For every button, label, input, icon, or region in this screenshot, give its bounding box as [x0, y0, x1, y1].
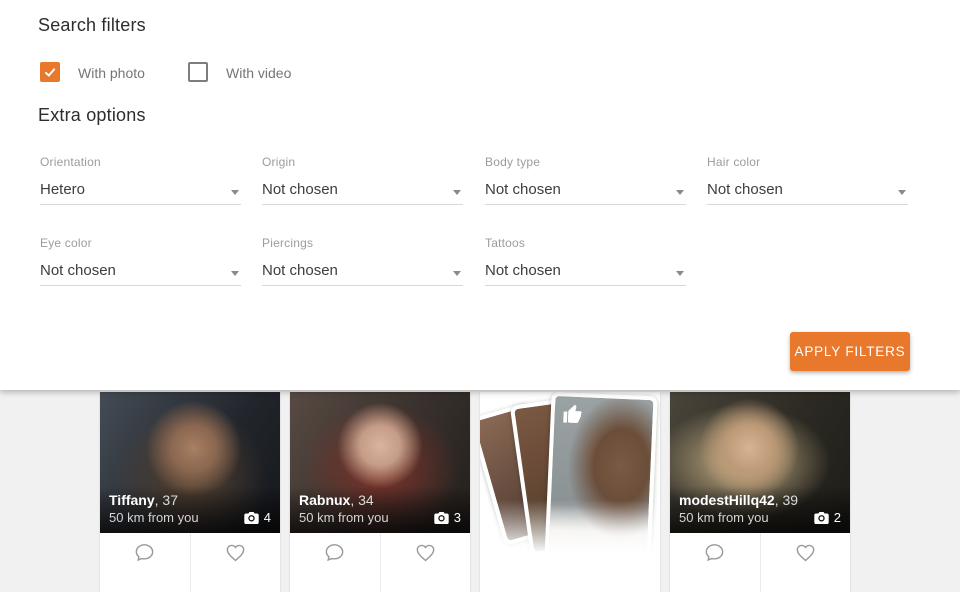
promo-stack — [480, 392, 660, 592]
profile-card-tiffany[interactable]: Tiffany37 50 km from you 4 — [100, 392, 280, 592]
search-results-grid: Tiffany37 50 km from you 4 — [0, 390, 960, 592]
promo-fade-overlay — [480, 500, 660, 592]
photo-count: 2 — [833, 510, 841, 525]
camera-icon — [244, 512, 259, 524]
orientation-select[interactable]: Orientation Hetero — [40, 153, 241, 205]
apply-filters-button[interactable]: APPLY FILTERS — [790, 332, 910, 371]
profile-info-overlay: Rabnux34 50 km from you 3 — [290, 486, 470, 533]
profile-photo[interactable]: Tiffany37 50 km from you 4 — [100, 392, 280, 533]
hair-color-label: Hair color — [707, 155, 761, 169]
check-icon — [44, 68, 56, 77]
profile-distance: 50 km from you — [299, 510, 389, 525]
photo-count: 3 — [453, 510, 461, 525]
piercings-select[interactable]: Piercings Not chosen — [262, 234, 463, 286]
profile-name: modestHillq42 — [679, 492, 775, 508]
chevron-down-icon — [231, 271, 239, 276]
profile-info-overlay: Tiffany37 50 km from you 4 — [100, 486, 280, 533]
orientation-value: Hetero — [40, 181, 86, 198]
profile-distance: 50 km from you — [679, 510, 769, 525]
thumbs-up-icon — [563, 404, 582, 424]
card-actions — [670, 533, 850, 592]
search-filters-title: Search filters — [38, 15, 146, 35]
promo-stack-card[interactable] — [480, 392, 660, 592]
profile-name: Tiffany — [109, 492, 155, 508]
with-photo-label: With photo — [78, 65, 145, 81]
message-button[interactable] — [100, 533, 191, 592]
message-button[interactable] — [670, 533, 761, 592]
with-video-label: With video — [226, 65, 292, 81]
profile-age: 34 — [350, 492, 373, 508]
search-filters-page: { "accent_color": "#e8782c", "icons": { … — [0, 0, 960, 592]
tattoos-value: Not chosen — [485, 262, 561, 279]
profile-age: 37 — [155, 492, 178, 508]
card-actions — [290, 533, 470, 592]
eye-color-value: Not chosen — [40, 262, 116, 279]
profile-photo[interactable]: modestHillq4239 50 km from you 2 — [670, 392, 850, 533]
orientation-label: Orientation — [40, 155, 101, 169]
photo-count-badge: 4 — [244, 510, 271, 526]
search-filters-panel: Search filters With photo With video Ext… — [0, 0, 960, 390]
photo-count-badge: 3 — [434, 510, 461, 526]
body-type-label: Body type — [485, 155, 541, 169]
chevron-down-icon — [231, 190, 239, 195]
profile-name: Rabnux — [299, 492, 351, 508]
profile-card-modesthillq42[interactable]: modestHillq4239 50 km from you 2 — [670, 392, 850, 592]
body-type-select[interactable]: Body type Not chosen — [485, 153, 686, 205]
camera-icon — [814, 512, 829, 524]
chevron-down-icon — [676, 190, 684, 195]
body-type-value: Not chosen — [485, 181, 561, 198]
profile-info-overlay: modestHillq4239 50 km from you 2 — [670, 486, 850, 533]
eye-color-select[interactable]: Eye color Not chosen — [40, 234, 241, 286]
hair-color-select[interactable]: Hair color Not chosen — [707, 153, 908, 205]
chevron-down-icon — [676, 271, 684, 276]
with-photo-checkbox[interactable] — [40, 62, 60, 82]
like-button[interactable] — [191, 533, 281, 592]
like-button[interactable] — [761, 533, 851, 592]
tattoos-select[interactable]: Tattoos Not chosen — [485, 234, 686, 286]
piercings-label: Piercings — [262, 236, 314, 250]
message-button[interactable] — [290, 533, 381, 592]
origin-value: Not chosen — [262, 181, 338, 198]
eye-color-label: Eye color — [40, 236, 92, 250]
photo-count-badge: 2 — [814, 510, 841, 526]
like-button[interactable] — [381, 533, 471, 592]
hair-color-value: Not chosen — [707, 181, 783, 198]
origin-label: Origin — [262, 155, 296, 169]
extra-options-title: Extra options — [38, 105, 146, 125]
profile-distance: 50 km from you — [109, 510, 199, 525]
chevron-down-icon — [898, 190, 906, 195]
profile-photo[interactable]: Rabnux34 50 km from you 3 — [290, 392, 470, 533]
camera-icon — [434, 512, 449, 524]
chevron-down-icon — [453, 190, 461, 195]
profile-age: 39 — [775, 492, 798, 508]
with-video-checkbox[interactable] — [188, 62, 208, 82]
card-actions — [100, 533, 280, 592]
tattoos-label: Tattoos — [485, 236, 526, 250]
piercings-value: Not chosen — [262, 262, 338, 279]
origin-select[interactable]: Origin Not chosen — [262, 153, 463, 205]
chevron-down-icon — [453, 271, 461, 276]
photo-count: 4 — [263, 510, 271, 525]
profile-card-rabnux[interactable]: Rabnux34 50 km from you 3 — [290, 392, 470, 592]
